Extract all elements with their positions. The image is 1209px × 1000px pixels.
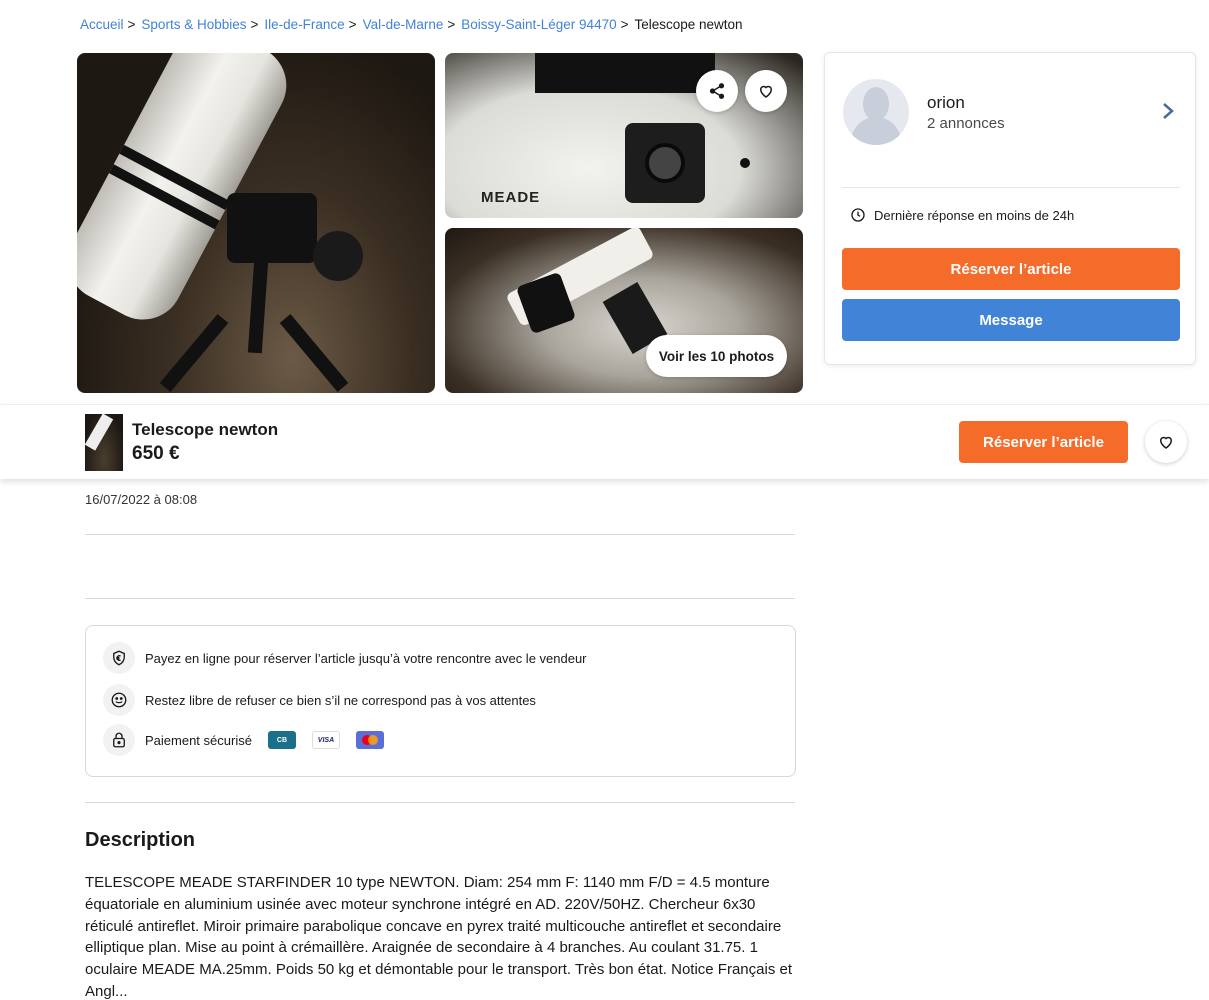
reserve-button[interactable]: Réserver l’article [842,248,1180,290]
description-text: TELESCOPE MEADE STARFINDER 10 type NEWTO… [85,874,792,1000]
breadcrumb-separator: > [348,17,357,32]
breadcrumb: Accueil > Sports & Hobbies > Ile-de-France… [80,17,743,32]
breadcrumb-link-city[interactable]: Boissy-Saint-Léger 94470 [461,17,616,32]
breadcrumb-separator: > [620,17,629,32]
chevron-right-icon[interactable] [1161,101,1175,121]
breadcrumb-link-home[interactable]: Accueil [80,17,124,32]
divider [85,598,795,599]
payment-info-box: Payez en ligne pour réserver l’article j… [85,625,796,777]
sticky-reserve-button[interactable]: Réserver l’article [959,421,1128,463]
seller-name[interactable]: orion [927,93,965,113]
focuser-illustration [625,123,705,203]
divider [842,187,1180,188]
share-icon [709,83,725,99]
clock-icon [851,208,865,222]
heart-icon [759,85,773,98]
lock-icon [103,724,135,756]
ad-thumbnail [85,414,123,471]
brand-text: MEADE [481,189,541,206]
smile-icon [103,684,135,716]
sticky-favorite-button[interactable] [1145,421,1187,463]
listing-date: 16/07/2022 à 08:08 [85,492,198,507]
seller-listings-count[interactable]: 2 annonces [927,115,1005,132]
visa-card-icon: VISA [311,731,340,749]
payment-info-text: Payez en ligne pour réserver l’article j… [145,650,587,666]
breadcrumb-link-department[interactable]: Val-de-Marne [363,17,444,32]
payment-info-text: Restez libre de refuser ce bien s’il ne … [145,692,536,708]
breadcrumb-link-region[interactable]: Ile-de-France [264,17,344,32]
breadcrumb-separator: > [127,17,136,32]
seller-card: orion 2 annonces Dernière réponse en moi… [824,52,1196,365]
main-photo[interactable] [77,53,435,393]
divider [85,802,795,803]
response-time-text: Dernière réponse en moins de 24h [874,207,1075,223]
favorite-button[interactable] [745,70,787,112]
payment-info-row: Paiement sécurisé CB VISA [103,724,384,756]
share-button[interactable] [696,70,738,112]
shield-euro-icon [103,642,135,674]
breadcrumb-separator: > [250,17,259,32]
mastercard-icon [355,731,384,749]
ad-price: 650 € [132,443,180,464]
breadcrumb-link-category[interactable]: Sports & Hobbies [141,17,246,32]
response-time: Dernière réponse en moins de 24h [850,207,1074,223]
heart-icon [1159,436,1173,449]
breadcrumb-separator: > [447,17,456,32]
cb-card-icon: CB [267,731,296,749]
payment-info-row: Restez libre de refuser ce bien s’il ne … [103,684,536,716]
breadcrumb-current: Telescope newton [634,17,743,32]
photo-gallery: MEADE Voir les 10 photos [77,53,803,393]
see-all-photos-button[interactable]: Voir les 10 photos [646,335,787,377]
ad-title: Telescope newton [132,420,279,439]
payment-info-row: Payez en ligne pour réserver l’article j… [103,642,587,674]
divider [85,534,795,535]
avatar[interactable] [843,79,909,145]
sticky-ad-bar: Telescope newton 650 € Réserver l’articl… [0,404,1209,479]
description-title: Description [85,829,196,851]
message-button[interactable]: Message [842,299,1180,341]
payment-secure-text: Paiement sécurisé [145,732,252,748]
